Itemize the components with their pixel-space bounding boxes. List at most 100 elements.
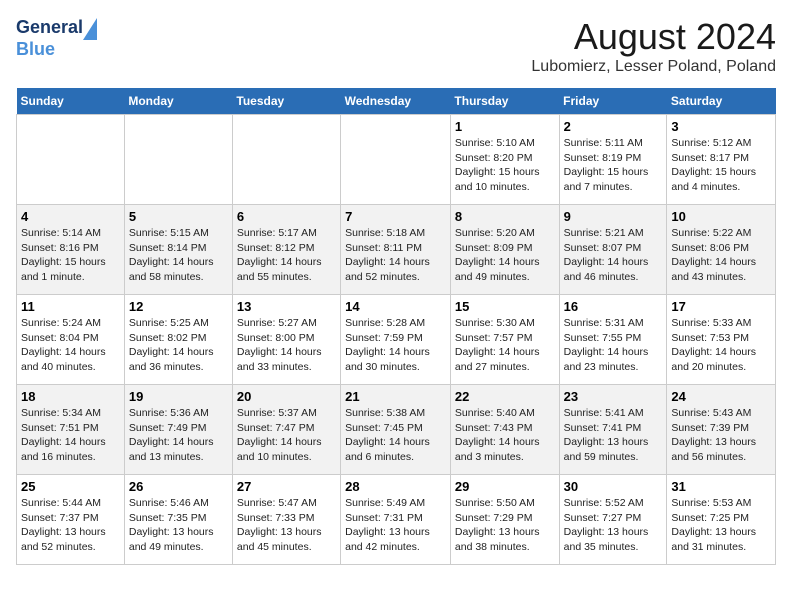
day-info: Sunrise: 5:34 AM Sunset: 7:51 PM Dayligh… [21,406,120,465]
day-cell: 23Sunrise: 5:41 AM Sunset: 7:41 PM Dayli… [559,385,667,475]
day-cell: 14 Sunrise: 5:28 AM Sunset: 7:59 PM Dayli… [341,295,451,385]
day-number: 1 [455,119,555,134]
day-number: 26 [129,479,228,494]
day-cell: 20 Sunrise: 5:37 AM Sunset: 7:47 PM Dayli… [232,385,340,475]
day-info: Sunrise: 5:10 AM Sunset: 8:20 PM Dayligh… [455,136,555,195]
day-cell: 5Sunrise: 5:15 AM Sunset: 8:14 PM Daylig… [124,205,232,295]
day-number: 28 [345,479,446,494]
day-number: 12 [129,299,228,314]
day-info: Sunrise: 5:33 AM Sunset: 7:53 PM Dayligh… [671,316,771,375]
logo-triangle-icon [83,18,97,40]
day-info: Sunrise: 5:20 AM Sunset: 8:09 PM Dayligh… [455,226,555,285]
weekday-header-wednesday: Wednesday [341,88,451,115]
day-info: Sunrise: 5:24 AM Sunset: 8:04 PM Dayligh… [21,316,120,375]
day-cell: 11 Sunrise: 5:24 AM Sunset: 8:04 PM Dayli… [17,295,125,385]
day-info: Sunrise: 5:52 AM Sunset: 7:27 PM Dayligh… [564,496,663,555]
day-number: 17 [671,299,771,314]
day-info: Sunrise: 5:37 AM Sunset: 7:47 PM Dayligh… [237,406,336,465]
day-number: 9 [564,209,663,224]
week-row-5: 25Sunrise: 5:44 AM Sunset: 7:37 PM Dayli… [17,475,776,565]
day-number: 15 [455,299,555,314]
day-number: 7 [345,209,446,224]
day-info: Sunrise: 5:21 AM Sunset: 8:07 PM Dayligh… [564,226,663,285]
day-cell: 1 Sunrise: 5:10 AM Sunset: 8:20 PM Daylig… [450,115,559,205]
day-cell: 22 Sunrise: 5:40 AM Sunset: 7:43 PM Dayli… [450,385,559,475]
day-cell: 21Sunrise: 5:38 AM Sunset: 7:45 PM Dayli… [341,385,451,475]
day-cell: 3 Sunrise: 5:12 AM Sunset: 8:17 PM Daylig… [667,115,776,205]
day-info: Sunrise: 5:18 AM Sunset: 8:11 PM Dayligh… [345,226,446,285]
day-cell: 7 Sunrise: 5:18 AM Sunset: 8:11 PM Daylig… [341,205,451,295]
day-info: Sunrise: 5:17 AM Sunset: 8:12 PM Dayligh… [237,226,336,285]
day-info: Sunrise: 5:27 AM Sunset: 8:00 PM Dayligh… [237,316,336,375]
day-number: 6 [237,209,336,224]
day-info: Sunrise: 5:40 AM Sunset: 7:43 PM Dayligh… [455,406,555,465]
day-number: 22 [455,389,555,404]
weekday-header-sunday: Sunday [17,88,125,115]
day-info: Sunrise: 5:12 AM Sunset: 8:17 PM Dayligh… [671,136,771,195]
day-cell: 15 Sunrise: 5:30 AM Sunset: 7:57 PM Dayli… [450,295,559,385]
day-cell: 31Sunrise: 5:53 AM Sunset: 7:25 PM Dayli… [667,475,776,565]
calendar-body: 1 Sunrise: 5:10 AM Sunset: 8:20 PM Daylig… [17,115,776,565]
day-cell: 9 Sunrise: 5:21 AM Sunset: 8:07 PM Daylig… [559,205,667,295]
day-cell: 18Sunrise: 5:34 AM Sunset: 7:51 PM Dayli… [17,385,125,475]
week-row-2: 4Sunrise: 5:14 AM Sunset: 8:16 PM Daylig… [17,205,776,295]
day-number: 13 [237,299,336,314]
day-cell: 17 Sunrise: 5:33 AM Sunset: 7:53 PM Dayli… [667,295,776,385]
day-number: 20 [237,389,336,404]
weekday-header-thursday: Thursday [450,88,559,115]
day-info: Sunrise: 5:46 AM Sunset: 7:35 PM Dayligh… [129,496,228,555]
day-cell [232,115,340,205]
day-number: 16 [564,299,663,314]
title-block: August 2024 Lubomierz, Lesser Poland, Po… [531,16,776,76]
day-info: Sunrise: 5:28 AM Sunset: 7:59 PM Dayligh… [345,316,446,375]
day-number: 27 [237,479,336,494]
day-number: 30 [564,479,663,494]
day-info: Sunrise: 5:11 AM Sunset: 8:19 PM Dayligh… [564,136,663,195]
day-number: 10 [671,209,771,224]
logo: General Blue [16,16,97,60]
day-info: Sunrise: 5:50 AM Sunset: 7:29 PM Dayligh… [455,496,555,555]
day-cell [17,115,125,205]
day-cell: 2 Sunrise: 5:11 AM Sunset: 8:19 PM Daylig… [559,115,667,205]
day-cell: 29 Sunrise: 5:50 AM Sunset: 7:29 PM Dayli… [450,475,559,565]
day-info: Sunrise: 5:15 AM Sunset: 8:14 PM Dayligh… [129,226,228,285]
day-number: 21 [345,389,446,404]
day-number: 19 [129,389,228,404]
day-number: 8 [455,209,555,224]
logo-text-blue: Blue [16,40,55,60]
calendar-table: SundayMondayTuesdayWednesdayThursdayFrid… [16,88,776,565]
calendar-subtitle: Lubomierz, Lesser Poland, Poland [531,58,776,76]
day-cell: 6 Sunrise: 5:17 AM Sunset: 8:12 PM Daylig… [232,205,340,295]
day-info: Sunrise: 5:47 AM Sunset: 7:33 PM Dayligh… [237,496,336,555]
day-info: Sunrise: 5:30 AM Sunset: 7:57 PM Dayligh… [455,316,555,375]
page-header: General Blue August 2024 Lubomierz, Less… [16,16,776,76]
week-row-1: 1 Sunrise: 5:10 AM Sunset: 8:20 PM Daylig… [17,115,776,205]
day-number: 29 [455,479,555,494]
day-info: Sunrise: 5:44 AM Sunset: 7:37 PM Dayligh… [21,496,120,555]
day-info: Sunrise: 5:49 AM Sunset: 7:31 PM Dayligh… [345,496,446,555]
day-info: Sunrise: 5:31 AM Sunset: 7:55 PM Dayligh… [564,316,663,375]
day-info: Sunrise: 5:25 AM Sunset: 8:02 PM Dayligh… [129,316,228,375]
day-number: 2 [564,119,663,134]
day-cell: 16 Sunrise: 5:31 AM Sunset: 7:55 PM Dayli… [559,295,667,385]
day-cell: 8 Sunrise: 5:20 AM Sunset: 8:09 PM Daylig… [450,205,559,295]
day-number: 3 [671,119,771,134]
weekday-header-tuesday: Tuesday [232,88,340,115]
calendar-title: August 2024 [531,16,776,58]
day-number: 31 [671,479,771,494]
day-number: 14 [345,299,446,314]
day-number: 11 [21,299,120,314]
day-cell [124,115,232,205]
weekday-header-saturday: Saturday [667,88,776,115]
day-cell: 19Sunrise: 5:36 AM Sunset: 7:49 PM Dayli… [124,385,232,475]
day-number: 24 [671,389,771,404]
week-row-3: 11 Sunrise: 5:24 AM Sunset: 8:04 PM Dayli… [17,295,776,385]
day-cell: 12 Sunrise: 5:25 AM Sunset: 8:02 PM Dayli… [124,295,232,385]
week-row-4: 18Sunrise: 5:34 AM Sunset: 7:51 PM Dayli… [17,385,776,475]
day-info: Sunrise: 5:14 AM Sunset: 8:16 PM Dayligh… [21,226,120,285]
day-cell: 4Sunrise: 5:14 AM Sunset: 8:16 PM Daylig… [17,205,125,295]
day-cell: 13 Sunrise: 5:27 AM Sunset: 8:00 PM Dayli… [232,295,340,385]
day-cell: 25Sunrise: 5:44 AM Sunset: 7:37 PM Dayli… [17,475,125,565]
day-cell: 26 Sunrise: 5:46 AM Sunset: 7:35 PM Dayli… [124,475,232,565]
day-cell: 27 Sunrise: 5:47 AM Sunset: 7:33 PM Dayli… [232,475,340,565]
